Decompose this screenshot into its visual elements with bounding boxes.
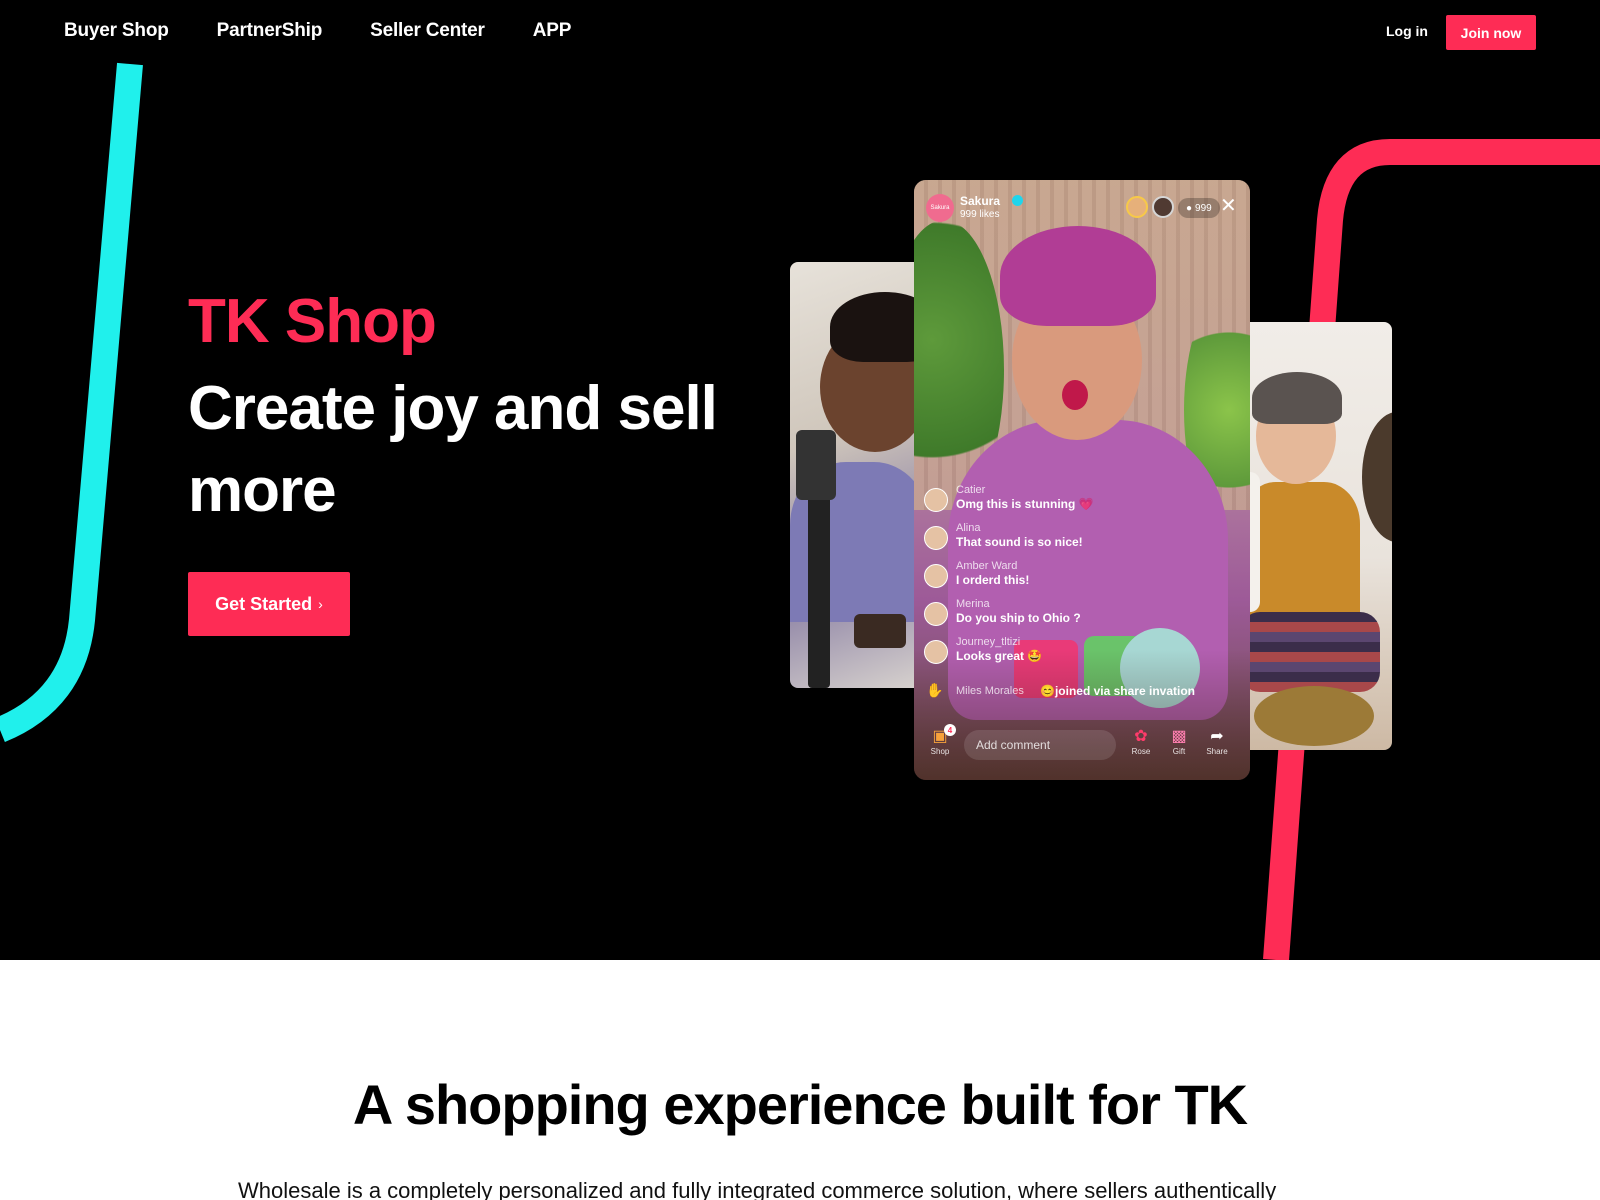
comment-text: I orderd this! [956, 573, 1030, 587]
comment-list: Catier Omg this is stunning 💗 Alina That… [924, 482, 1224, 672]
comment-text: Looks great 🤩 [956, 649, 1043, 663]
viewer-count-value: 999 [1195, 202, 1212, 214]
right-preview-photo [1230, 322, 1392, 750]
commenter-name: Alina [956, 522, 981, 534]
viewer-avatar[interactable] [1152, 196, 1174, 218]
gift-button[interactable]: ▩ Gift [1164, 726, 1194, 756]
commenter-avatar [924, 488, 948, 512]
photo-shape [1362, 412, 1392, 542]
gift-label: Gift [1172, 747, 1186, 756]
viewer-count: ● 999 [1178, 198, 1220, 218]
commenter-avatar [924, 602, 948, 626]
hero-subtitle: Create joy and sell more [188, 374, 718, 525]
share-icon: ➦ [1210, 728, 1224, 745]
commenter-avatar [924, 526, 948, 550]
commenter-avatar [924, 564, 948, 588]
photo-shape [1240, 612, 1380, 692]
photo-shape [1254, 686, 1374, 746]
section-title: A shopping experience built for TK [352, 1073, 1248, 1136]
join-notice: ✋ Miles Morales 😊joined via share invati… [924, 680, 1234, 704]
viewer-avatar[interactable] [1126, 196, 1148, 218]
comment-item: Merina Do you ship to Ohio ? [924, 596, 1224, 634]
person-icon: ● [1186, 202, 1193, 214]
gift-icon: ▩ [1171, 728, 1187, 745]
commenter-name: Amber Ward [956, 560, 1018, 572]
comment-item: Journey_tltizi Looks great 🤩 [924, 634, 1224, 672]
comment-text: Omg this is stunning 💗 [956, 497, 1094, 511]
photo-shape [854, 614, 906, 648]
shop-badge: 4 [944, 724, 956, 736]
commenter-avatar [924, 640, 948, 664]
chevron-right-icon: › [318, 596, 323, 612]
comment-item: Alina That sound is so nice! [924, 520, 1224, 558]
rose-icon: ✿ [1134, 728, 1148, 745]
close-icon[interactable]: ✕ [1220, 194, 1237, 218]
commenter-name: Journey_tltizi [956, 636, 1021, 648]
hero-title: TK Shop [188, 287, 437, 356]
get-started-label: Get Started [215, 593, 313, 614]
share-label: Share [1206, 747, 1228, 756]
section-text: Wholesale is a completely personalized a… [238, 1178, 1277, 1200]
get-started-button[interactable]: Get Started › [188, 572, 350, 636]
left-preview-photo [790, 262, 930, 688]
nav-buyer-shop[interactable]: Buyer Shop [64, 20, 169, 42]
commenter-name: Catier [956, 484, 986, 496]
comment-item: Amber Ward I orderd this! [924, 558, 1224, 596]
join-now-button[interactable]: Join now [1446, 15, 1536, 50]
shop-button[interactable]: ▣ 4 Shop [928, 724, 956, 756]
photo-shape [1252, 372, 1342, 424]
host-likes: 999 likes [960, 209, 1000, 220]
login-link[interactable]: Log in [1386, 23, 1428, 39]
cyan-stroke [0, 62, 143, 743]
commenter-name: Merina [956, 598, 990, 610]
comment-text: Do you ship to Ohio ? [956, 611, 1081, 625]
background-shape [1062, 380, 1088, 410]
live-header: Sakura Sakura 999 likes ● 999 ✕ [926, 192, 1238, 222]
host-name: Sakura [960, 194, 1001, 208]
nav-partnership[interactable]: PartnerShip [217, 20, 323, 42]
wave-icon: ✋ [926, 682, 944, 698]
rose-button[interactable]: ✿ Rose [1126, 726, 1156, 756]
hero-section: Buyer Shop PartnerShip Seller Center APP… [0, 0, 1600, 960]
host-avatar[interactable]: Sakura [926, 194, 954, 222]
rose-label: Rose [1131, 747, 1151, 756]
share-button[interactable]: ➦ Share [1202, 726, 1232, 756]
nav-seller-center[interactable]: Seller Center [370, 20, 485, 42]
shop-label: Shop [930, 747, 950, 756]
comment-input[interactable]: Add comment [964, 730, 1116, 760]
top-navigation: Buyer Shop PartnerShip Seller Center APP… [0, 0, 1600, 64]
comment-text: That sound is so nice! [956, 535, 1083, 549]
verified-icon [1012, 195, 1023, 206]
live-toolbar: ▣ 4 Shop Add comment ✿ Rose ▩ Gift ➦ Sha… [914, 720, 1250, 780]
nav-links: Buyer Shop PartnerShip Seller Center APP [64, 20, 571, 42]
live-stream-phone: Sakura Sakura 999 likes ● 999 ✕ Catier O… [914, 180, 1250, 780]
comment-item: Catier Omg this is stunning 💗 [924, 482, 1224, 520]
joined-user: Miles Morales [956, 685, 1024, 697]
joined-text: 😊joined via share invation [1040, 684, 1195, 698]
background-shape [1000, 226, 1156, 326]
photo-shape [796, 430, 836, 500]
nav-app[interactable]: APP [533, 20, 572, 42]
